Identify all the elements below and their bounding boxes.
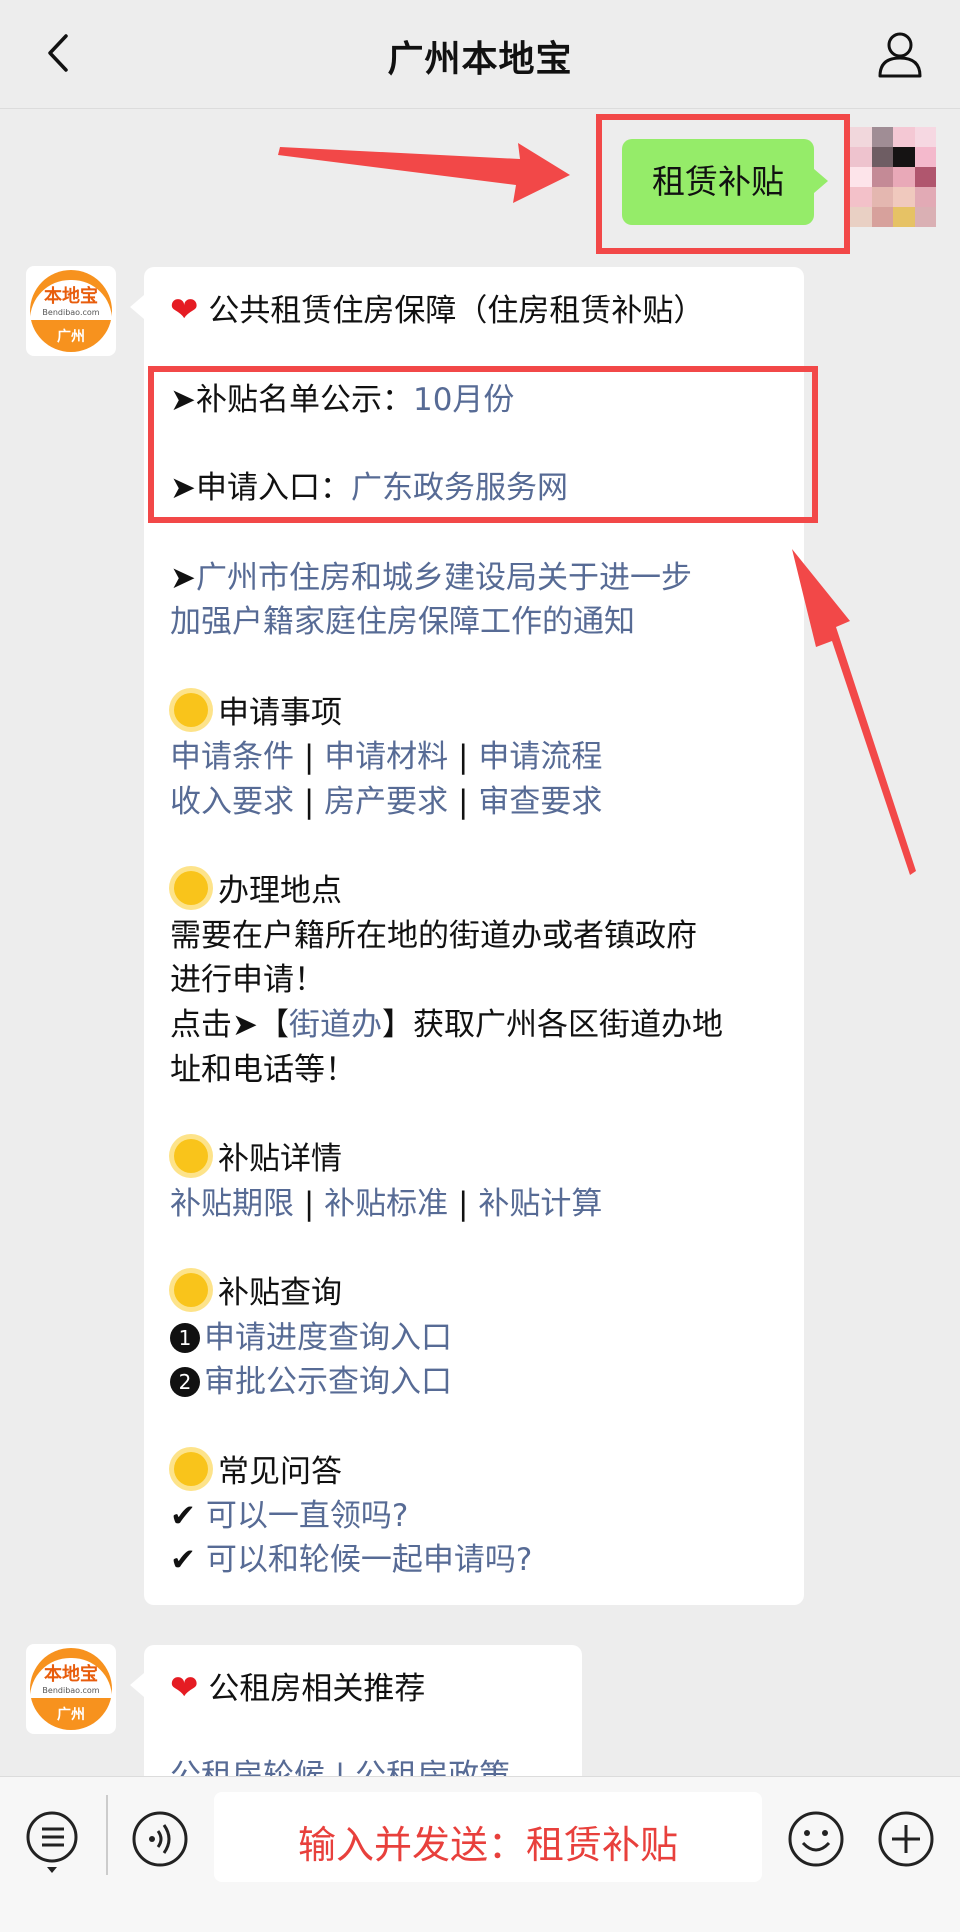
section-location: 办理地点 (170, 871, 342, 911)
notice-link-line1: ➤广州市住房和城乡建设局关于进一步 (170, 560, 692, 596)
section-application-items: 申请事项 (170, 693, 342, 733)
section-subsidy-details: 补贴详情 (170, 1139, 342, 1179)
avatar-city: 广州 (57, 329, 85, 345)
sun-icon (174, 871, 208, 905)
heart-icon: ❤ (170, 290, 199, 330)
link-row: 申请条件 | 申请材料 | 申请流程 (170, 739, 603, 775)
divider (106, 1795, 108, 1875)
section-faq: 常见问答 (170, 1452, 342, 1492)
number-badge: 2 (170, 1367, 200, 1397)
card-title: ❤ 公共租赁住房保障（住房租赁补贴） (170, 290, 705, 330)
link-row: 补贴期限 | 补贴标准 | 补贴计算 (170, 1186, 603, 1222)
faq-item: ✔ 可以一直领吗? (170, 1498, 409, 1534)
user-profile-icon[interactable] (872, 26, 928, 82)
check-icon: ✔ (170, 1498, 196, 1534)
number-badge: 1 (170, 1323, 200, 1353)
location-text: 需要在户籍所在地的街道办或者镇政府 (170, 918, 697, 954)
bendibao-avatar[interactable]: 本地宝 Bendibao.com 广州 (26, 266, 116, 356)
link-publicity-month[interactable]: 10月份 (413, 382, 514, 418)
section-subsidy-query: 补贴查询 (170, 1273, 342, 1313)
link-application-portal[interactable]: 广东政务服务网 (351, 470, 568, 506)
emoji-icon[interactable] (786, 1809, 846, 1869)
chat-title: 广州本地宝 (387, 39, 573, 80)
annotation-arrow-up (792, 549, 916, 875)
location-text: 址和电话等！ (170, 1052, 356, 1088)
voice-icon[interactable] (130, 1809, 190, 1869)
chat-header: 广州本地宝 (0, 0, 960, 109)
sun-icon (174, 1139, 208, 1173)
check-icon: ✔ (170, 1542, 196, 1578)
faq-item: ✔ 可以和轮候一起申请吗? (170, 1542, 533, 1578)
query-item: 1 申请进度查询入口 (170, 1318, 452, 1358)
card-title: ❤ 公租房相关推荐 (170, 1668, 426, 1708)
outgoing-message-bubble[interactable]: 租赁补贴 (622, 139, 828, 225)
list-item: ➤申请入口：广东政务服务网 (170, 470, 568, 506)
location-text: 进行申请！ (170, 962, 325, 998)
query-item: 2 审批公示查询入口 (170, 1362, 452, 1402)
link-row: 收入要求 | 房产要求 | 审查要求 (170, 784, 603, 820)
plus-icon[interactable] (876, 1809, 936, 1869)
list-item: ➤补贴名单公示：10月份 (170, 382, 515, 418)
sun-icon (174, 693, 208, 727)
avatar-brand: 本地宝 (44, 286, 98, 307)
menu-list-icon[interactable] (24, 1809, 84, 1875)
heart-icon: ❤ (170, 1668, 199, 1708)
annotation-arrow-right (278, 143, 570, 203)
bendibao-avatar[interactable]: 本地宝 Bendibao.com 广州 (26, 1644, 116, 1734)
location-link-line: 点击➤【街道办】获取广州各区街道办地 (170, 1007, 723, 1043)
message-input[interactable]: 输入并发送：租赁补贴 (214, 1792, 762, 1882)
user-avatar-pixelated[interactable] (850, 127, 936, 227)
sun-icon (174, 1273, 208, 1307)
sun-icon (174, 1452, 208, 1486)
link-street-office[interactable]: 街道办 (289, 1007, 382, 1043)
notice-link-line2[interactable]: 加强户籍家庭住房保障工作的通知 (170, 602, 635, 642)
avatar-sub: Bendibao.com (42, 308, 100, 317)
input-bar: 输入并发送：租赁补贴 (0, 1776, 960, 1932)
input-text: 输入并发送：租赁补贴 (297, 1823, 678, 1867)
